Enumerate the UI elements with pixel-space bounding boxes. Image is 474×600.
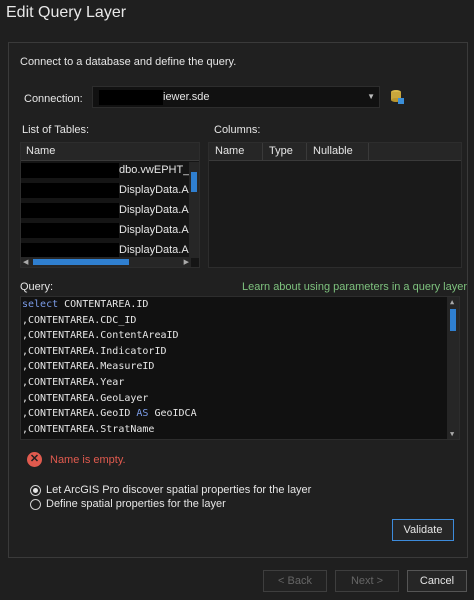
table-name: DisplayData.AN (119, 224, 197, 236)
query-editor[interactable]: select CONTENTAREA.ID ,CONTENTAREA.CDC_ID… (20, 296, 460, 440)
redacted-block (99, 90, 163, 105)
scroll-right-icon[interactable]: ▶ (184, 258, 189, 266)
radio-label: Define spatial properties for the layer (46, 498, 226, 510)
tables-horizontal-scrollbar[interactable]: ◀ ▶ (21, 257, 191, 267)
scroll-up-icon[interactable]: ▲ (450, 298, 454, 306)
radio-button[interactable] (30, 484, 41, 496)
query-vertical-scrollbar[interactable]: ▲ ▼ (447, 297, 459, 439)
query-line[interactable]: ,CONTENTAREA.MeasureID (21, 359, 459, 375)
tables-header-name[interactable]: Name (21, 143, 199, 161)
error-message: Name is empty. (50, 454, 126, 466)
query-lines[interactable]: select CONTENTAREA.ID ,CONTENTAREA.CDC_ID… (21, 297, 459, 439)
query-label: Query: (20, 281, 54, 293)
spatial-option-define[interactable]: Define spatial properties for the layer (30, 498, 226, 510)
connection-value: iewer.sde (163, 91, 210, 103)
tables-label: List of Tables: (22, 124, 90, 136)
table-row[interactable]: dbo.vwEPHT_C (21, 161, 199, 181)
redacted-block (21, 183, 119, 198)
query-line[interactable]: ,CONTENTAREA.Stratification (21, 437, 459, 439)
redacted-block (21, 163, 119, 178)
redacted-block (21, 203, 119, 218)
columns-grid[interactable]: Name Type Nullable (208, 142, 462, 268)
table-name: dbo.vwEPHT_C (119, 164, 198, 176)
back-button[interactable]: < Back (263, 570, 327, 592)
cancel-button[interactable]: Cancel (407, 570, 467, 592)
redacted-block (21, 243, 119, 258)
columns-label: Columns: (214, 124, 261, 136)
learn-parameters-link[interactable]: Learn about using parameters in a query … (242, 281, 467, 293)
validate-button[interactable]: Validate (392, 519, 454, 541)
window-title: Edit Query Layer (6, 4, 127, 21)
scroll-down-icon[interactable]: ▼ (450, 430, 454, 438)
query-line[interactable]: ,CONTENTAREA.StratName (21, 422, 459, 438)
table-row[interactable]: DisplayData.Ai (21, 201, 199, 221)
column-header-name[interactable]: Name (209, 143, 263, 160)
scrollbar-thumb[interactable] (450, 309, 456, 331)
query-line[interactable]: ,CONTENTAREA.CDC_ID (21, 313, 459, 329)
tables-vertical-scrollbar[interactable] (189, 162, 199, 258)
chevron-down-icon: ▼ (367, 92, 375, 101)
table-name: DisplayData.Ai (119, 204, 192, 216)
connection-dropdown[interactable]: iewer.sde ▼ (92, 86, 380, 108)
column-header-nullable[interactable]: Nullable (307, 143, 369, 160)
radio-label: Let ArcGIS Pro discover spatial properti… (46, 484, 312, 496)
scrollbar-thumb[interactable] (33, 259, 129, 265)
spatial-option-discover[interactable]: Let ArcGIS Pro discover spatial properti… (30, 484, 311, 496)
description-text: Connect to a database and define the que… (20, 56, 237, 68)
table-name: DisplayData.AE (119, 184, 197, 196)
query-line[interactable]: ,CONTENTAREA.GeoLayer (21, 391, 459, 407)
table-row[interactable]: DisplayData.AN (21, 221, 199, 241)
scrollbar-thumb[interactable] (191, 172, 197, 192)
query-line[interactable]: ,CONTENTAREA.Year (21, 375, 459, 391)
table-name: DisplayData.As (119, 244, 195, 256)
columns-header: Name Type Nullable (209, 143, 461, 161)
query-line[interactable]: ,CONTENTAREA.ContentAreaID (21, 328, 459, 344)
error-x-icon: ✕ (27, 452, 42, 467)
sql-keyword: select (22, 299, 59, 310)
query-line[interactable]: ,CONTENTAREA.GeoID AS GeoIDCA (21, 406, 459, 422)
column-header-type[interactable]: Type (263, 143, 307, 160)
connection-label: Connection: (24, 93, 83, 105)
radio-button[interactable] (30, 498, 41, 510)
redacted-block (21, 223, 119, 238)
query-line[interactable]: select CONTENTAREA.ID (21, 297, 459, 313)
tables-list[interactable]: Name dbo.vwEPHT_C DisplayData.AE Display… (20, 142, 200, 268)
scroll-left-icon[interactable]: ◀ (23, 258, 28, 266)
add-database-connection-icon[interactable] (390, 89, 404, 105)
query-line[interactable]: ,CONTENTAREA.IndicatorID (21, 344, 459, 360)
sql-keyword: AS (136, 408, 149, 420)
table-row[interactable]: DisplayData.AE (21, 181, 199, 201)
next-button[interactable]: Next > (335, 570, 399, 592)
